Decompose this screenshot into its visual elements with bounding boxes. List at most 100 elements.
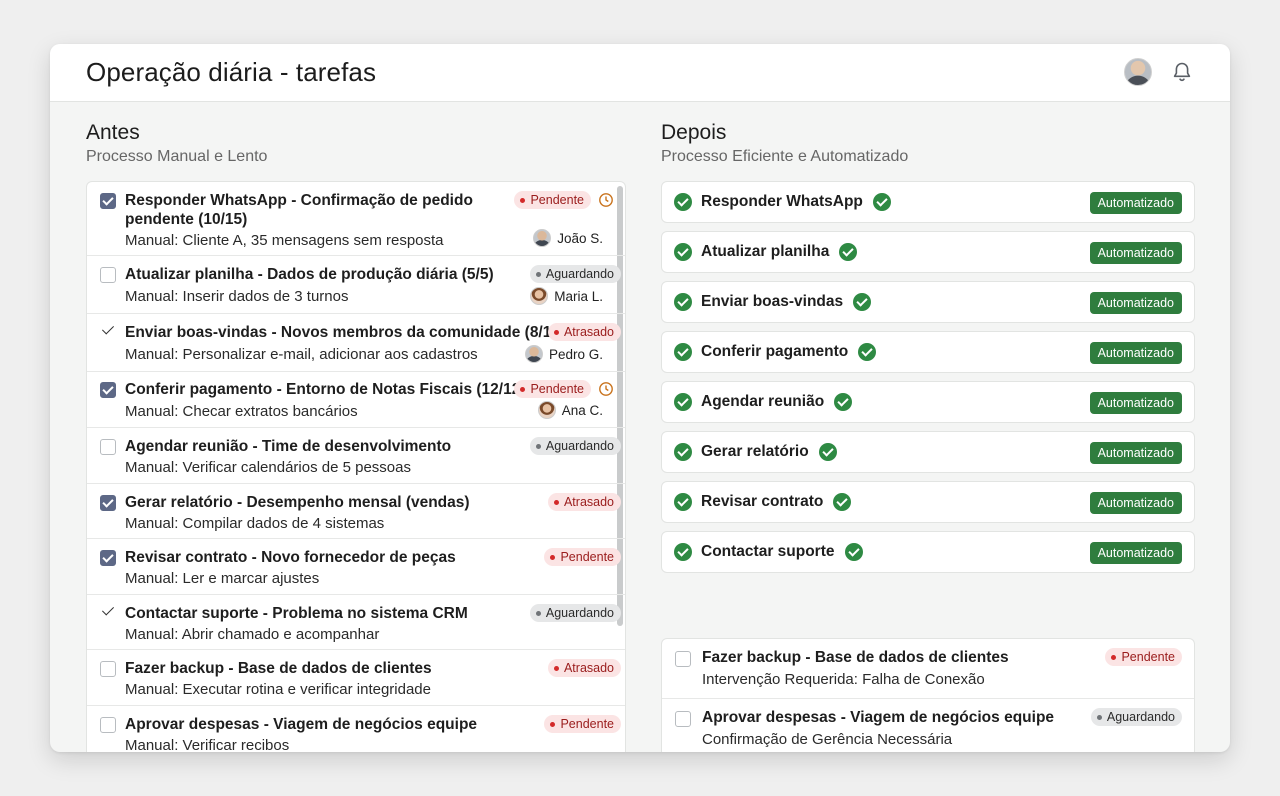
bell-icon[interactable] — [1170, 60, 1194, 84]
check-circle-icon — [844, 543, 863, 561]
task-row[interactable]: Contactar suporte - Problema no sistema … — [87, 595, 625, 650]
status-badge: Atrasado — [547, 659, 621, 677]
automated-task-card[interactable]: Atualizar planilha Automatizado — [661, 231, 1195, 273]
check-circle-icon — [674, 393, 692, 411]
automated-task-card[interactable]: Enviar boas-vindas Automatizado — [661, 281, 1195, 323]
check-circle-icon — [674, 343, 692, 361]
automated-badge: Automatizado — [1089, 242, 1182, 264]
automated-task-card[interactable]: Responder WhatsApp Automatizado — [661, 181, 1195, 223]
task-row[interactable]: Fazer backup - Base de dados de clientes… — [87, 650, 625, 706]
automated-badge: Automatizado — [1089, 492, 1182, 514]
check-circle-icon — [833, 493, 852, 511]
assignee: João S. — [533, 229, 603, 247]
status-badge: Pendente — [544, 715, 621, 733]
assignee-avatar — [530, 287, 549, 305]
task-checkbox[interactable] — [100, 604, 116, 620]
check-circle-icon — [674, 293, 692, 311]
before-section: Antes Processo Manual e Lento Responder … — [86, 120, 626, 752]
automated-task-card[interactable]: Contactar suporte Automatizado — [661, 531, 1195, 573]
automated-task-card[interactable]: Gerar relatório Automatizado — [661, 431, 1195, 473]
task-row[interactable]: Gerar relatório - Desempenho mensal (ven… — [87, 484, 625, 539]
task-checkbox[interactable] — [100, 382, 116, 398]
status-badge: Atrasado — [547, 493, 621, 511]
automated-task-title: Atualizar planilha — [701, 243, 830, 260]
check-circle-icon — [674, 193, 692, 211]
check-circle-icon — [674, 493, 692, 511]
task-title: Responder WhatsApp - Confirmação de pedi… — [125, 192, 473, 228]
task-description: Confirmação de Gerência Necessária — [702, 731, 953, 748]
task-row[interactable]: Aprovar despesas - Viagem de negócios eq… — [87, 706, 625, 752]
automated-task-title: Contactar suporte — [701, 543, 835, 560]
task-row[interactable]: Revisar contrato - Novo fornecedor de pe… — [87, 539, 625, 595]
task-row[interactable]: Atualizar planilha - Dados de produção d… — [87, 256, 625, 314]
automated-task-title: Gerar relatório — [701, 443, 809, 460]
after-section: Depois Processo Eficiente e Automatizado… — [661, 120, 1195, 752]
task-description: Intervenção Requerida: Falha de Conexão — [702, 671, 985, 688]
automated-task-title: Revisar contrato — [701, 493, 824, 510]
automated-badge: Automatizado — [1089, 342, 1182, 364]
top-bar: Operação diária - tarefas — [50, 44, 1230, 102]
manual-task-list: Responder WhatsApp - Confirmação de pedi… — [86, 181, 626, 752]
before-title: Antes — [86, 121, 140, 144]
status-badge: Pendente — [1105, 648, 1182, 666]
status-badge: Aguardando — [529, 437, 621, 455]
assignee-avatar — [533, 229, 552, 247]
task-row[interactable]: Agendar reunião - Time de desenvolviment… — [87, 428, 625, 484]
automated-badge: Automatizado — [1089, 292, 1182, 314]
after-subtitle: Processo Eficiente e Automatizado — [661, 148, 909, 165]
pending-task-row[interactable]: Aprovar despesas - Viagem de negócios eq… — [662, 698, 1194, 752]
task-checkbox[interactable] — [100, 193, 116, 209]
assignee-avatar — [537, 401, 556, 419]
task-checkbox[interactable] — [100, 323, 116, 339]
automated-task-title: Responder WhatsApp — [701, 193, 863, 210]
automated-task-title: Conferir pagamento — [701, 343, 849, 360]
check-circle-icon — [674, 443, 692, 461]
automated-badge: Automatizado — [1089, 542, 1182, 564]
task-description: Manual: Verificar recibos — [125, 737, 290, 752]
clock-icon — [599, 193, 613, 207]
check-circle-icon — [674, 543, 692, 561]
task-row[interactable]: Enviar boas-vindas - Novos membros da co… — [87, 314, 625, 372]
task-description: Manual: Verificar calendários de 5 pesso… — [125, 459, 411, 476]
check-circle-icon — [872, 193, 891, 211]
task-checkbox[interactable] — [100, 550, 116, 566]
task-checkbox[interactable] — [675, 711, 691, 727]
app-window: Operação diária - tarefas Antes Processo… — [50, 44, 1230, 752]
check-circle-icon — [818, 443, 837, 461]
status-badge: Pendente — [514, 380, 591, 398]
task-checkbox[interactable] — [100, 267, 116, 283]
task-row[interactable]: Conferir pagamento - Entorno de Notas Fi… — [87, 372, 625, 428]
task-title: Revisar contrato - Novo fornecedor de pe… — [125, 549, 456, 566]
task-checkbox[interactable] — [100, 439, 116, 455]
status-badge: Pendente — [544, 548, 621, 566]
status-badge: Aguardando — [1090, 708, 1182, 726]
task-title: Aprovar despesas - Viagem de negócios eq… — [125, 716, 478, 733]
automated-task-card[interactable]: Conferir pagamento Automatizado — [661, 331, 1195, 373]
check-circle-icon — [853, 293, 872, 311]
status-badge: Atrasado — [547, 323, 621, 341]
automated-task-card[interactable]: Revisar contrato Automatizado — [661, 481, 1195, 523]
task-checkbox[interactable] — [100, 717, 116, 733]
assignee: Maria L. — [530, 287, 603, 305]
task-description: Manual: Abrir chamado e acompanhar — [125, 626, 380, 643]
task-checkbox[interactable] — [100, 661, 116, 677]
assignee: Ana C. — [537, 401, 603, 419]
task-description: Manual: Compilar dados de 4 sistemas — [125, 515, 385, 532]
user-avatar[interactable] — [1124, 58, 1152, 86]
check-circle-icon — [674, 243, 692, 261]
task-checkbox[interactable] — [100, 495, 116, 511]
automated-task-title: Enviar boas-vindas — [701, 293, 844, 310]
pending-task-row[interactable]: Fazer backup - Base de dados de clientes… — [662, 639, 1194, 698]
task-title: Gerar relatório - Desempenho mensal (ven… — [125, 494, 470, 511]
top-bar-actions — [1124, 58, 1194, 86]
before-subtitle: Processo Manual e Lento — [86, 148, 268, 165]
task-checkbox[interactable] — [675, 651, 691, 667]
pending-tasks-panel: Fazer backup - Base de dados de clientes… — [661, 638, 1195, 752]
check-circle-icon — [839, 243, 858, 261]
task-row[interactable]: Responder WhatsApp - Confirmação de pedi… — [87, 182, 625, 256]
automated-task-card[interactable]: Agendar reunião Automatizado — [661, 381, 1195, 423]
assignee-avatar — [524, 345, 543, 363]
automated-task-title: Agendar reunião — [701, 393, 825, 410]
status-badge: Aguardando — [529, 265, 621, 283]
task-description: Manual: Executar rotina e verificar inte… — [125, 681, 431, 698]
